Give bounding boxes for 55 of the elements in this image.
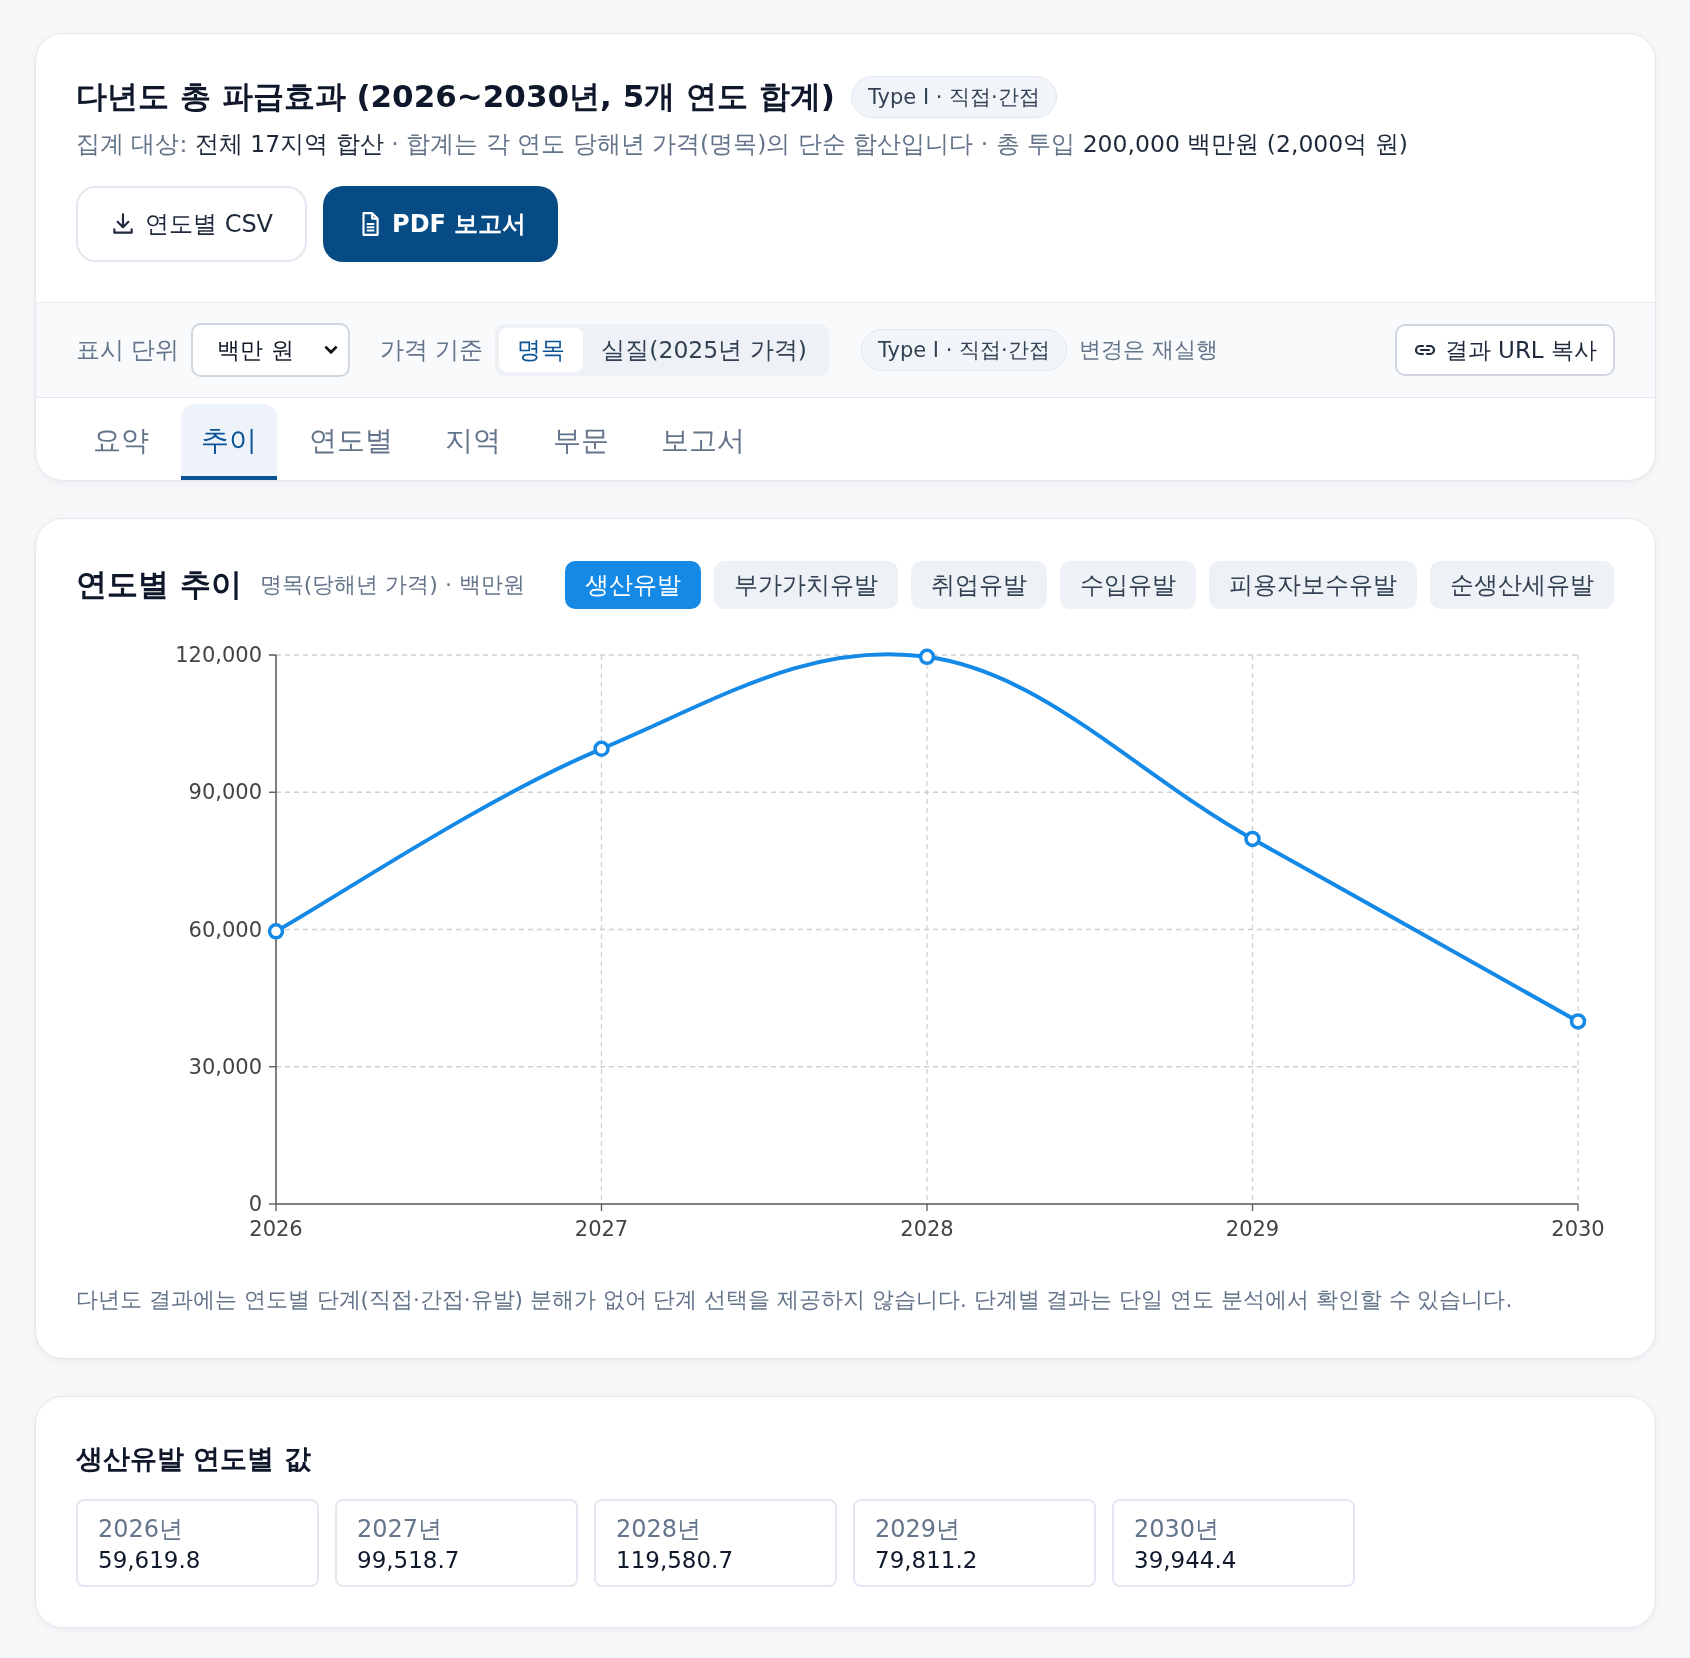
copy-url-button[interactable]: 결과 URL 복사: [1394, 324, 1615, 376]
price-basis-option[interactable]: 명목: [499, 328, 584, 372]
pdf-report-button[interactable]: PDF 보고서: [323, 186, 559, 262]
x-axis-label: 2028: [900, 1217, 954, 1241]
type-badge: Type I · 직접·간접: [860, 329, 1067, 371]
view-tab[interactable]: 추이: [181, 404, 277, 480]
unit-label: 표시 단위: [76, 335, 180, 366]
metric-pill[interactable]: 수입유발: [1059, 561, 1196, 609]
x-axis-label: 2027: [574, 1217, 629, 1241]
x-axis-label: 2026: [249, 1217, 303, 1241]
y-axis-label: 120,000: [175, 643, 262, 667]
x-axis-label: 2029: [1225, 1217, 1280, 1241]
x-axis-label: 2030: [1551, 1217, 1605, 1241]
data-point: [267, 923, 285, 940]
values-title: 생산유발 연도별 값: [76, 1442, 312, 1476]
y-axis-label: 30,000: [188, 1054, 262, 1079]
year-label: 2030년: [1134, 1514, 1221, 1545]
year-label: 2027년: [357, 1514, 444, 1545]
type-badge: Type I · 직접·간접: [851, 76, 1057, 118]
metric-pill[interactable]: 취업유발: [910, 561, 1047, 609]
rerun-note: 변경은 재실행: [1078, 336, 1218, 364]
year-label: 2028년: [616, 1514, 703, 1545]
view-tab[interactable]: 요약: [73, 404, 169, 480]
price-basis-label: 가격 기준: [379, 335, 484, 366]
view-tab[interactable]: 연도별: [289, 404, 413, 480]
metric-pill[interactable]: 생산유발: [564, 561, 701, 609]
year-value: 39,944.4: [1134, 1547, 1238, 1573]
year-value: 99,518.7: [357, 1547, 461, 1573]
year-value: 59,619.8: [98, 1547, 202, 1573]
metric-pill[interactable]: 피용자보수유발: [1208, 561, 1417, 609]
page-title: 다년도 총 파급효과 (2026~2030년, 5개 연도 합계): [76, 77, 835, 116]
year-value: 79,811.2: [875, 1547, 979, 1573]
year-value: 119,580.7: [616, 1547, 735, 1573]
y-axis-label: 60,000: [188, 917, 262, 942]
data-point: [918, 648, 936, 666]
download-icon: [110, 211, 136, 237]
csv-download-button[interactable]: 연도별 CSV: [76, 186, 308, 262]
y-axis-label: 90,000: [188, 780, 262, 805]
metric-pill[interactable]: 부가가치유발: [713, 561, 898, 609]
data-point: [1569, 1013, 1587, 1030]
chart-footnote: 다년도 결과에는 연도별 단계(직접·간접·유발) 분해가 없어 단계 선택을 제공하지 않습니다. 단계별 결과는 단일 연도 분석에서 확인할 수 있습니다.: [76, 1286, 1514, 1314]
data-point: [593, 740, 610, 758]
unit-select[interactable]: 백만 원: [191, 323, 350, 377]
view-tab[interactable]: 지역: [425, 404, 521, 480]
year-label: 2026년: [98, 1514, 185, 1545]
trend-subtitle: 명목(당해년 가격) · 백만원: [259, 571, 525, 599]
summary-subtitle: 집계 대상: 전체 17지역 합산 · 합계는 각 연도 당해년 가격(명목)의 단순 합산입니다 · 총 투입 200,000 백만원 (2,000억 원): [76, 129, 1409, 160]
trend-title: 연도별 추이: [76, 565, 242, 604]
metric-pill[interactable]: 순생산세유발: [1429, 561, 1614, 609]
y-axis-label: 0: [248, 1192, 262, 1216]
year-label: 2029년: [875, 1514, 962, 1545]
data-point: [1244, 830, 1261, 848]
price-basis-option[interactable]: 실질(2025년 가격): [583, 328, 825, 372]
view-tab[interactable]: 보고서: [641, 404, 765, 480]
view-tab[interactable]: 부문: [533, 404, 629, 480]
